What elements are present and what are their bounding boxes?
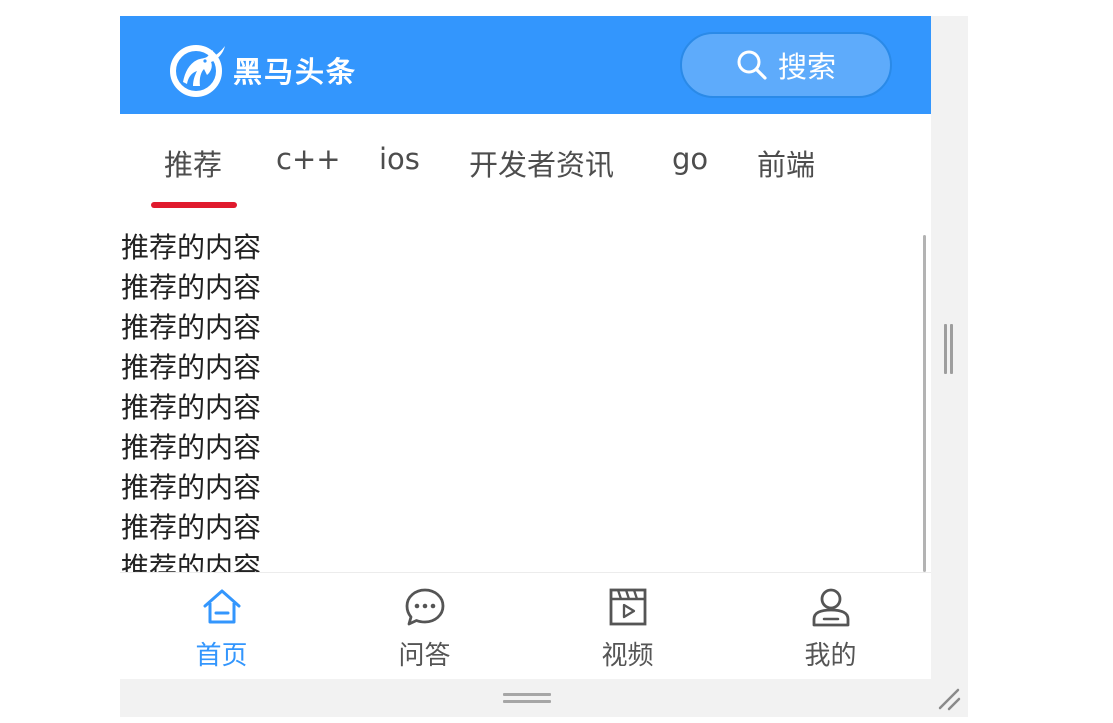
user-icon [812,588,850,627]
tab-developer-news[interactable]: 开发者资讯 [469,142,614,184]
list-item: 推荐的内容 [121,271,262,304]
tabbar-label: 视频 [601,641,654,671]
search-button[interactable]: 搜索 [680,32,892,98]
tab-cpp[interactable]: c++ [276,142,341,176]
resize-corner-grip-icon[interactable] [936,686,962,712]
tabbar-label: 我的 [804,641,857,671]
tabbar-label: 首页 [195,641,248,671]
tab-ios[interactable]: ios [379,142,420,176]
content-scrollbar[interactable] [923,235,926,572]
tab-go[interactable]: go [672,142,708,176]
channel-tabs: 推荐 c++ ios 开发者资讯 go 前端 [120,114,931,228]
search-label: 搜索 [777,50,836,84]
list-item: 推荐的内容 [121,351,262,384]
list-item: 推荐的内容 [121,311,262,344]
resize-handle-right[interactable] [943,324,955,374]
content-list[interactable]: 推荐的内容 推荐的内容 推荐的内容 推荐的内容 推荐的内容 推荐的内容 推荐的内… [120,228,931,572]
list-item: 推荐的内容 [121,431,262,464]
bottom-tab-bar: 首页 问答 视频 我的 [120,572,931,679]
app-title: 黑马头条 [233,55,358,89]
tab-frontend[interactable]: 前端 [757,142,815,184]
home-icon [203,589,241,624]
horse-logo-icon [170,45,225,97]
tabbar-item-mine[interactable]: 我的 [729,573,931,679]
logo: 黑马头条 [169,42,357,98]
list-item: 推荐的内容 [121,551,262,572]
list-item: 推荐的内容 [121,231,262,264]
resize-handle-bottom[interactable] [503,692,551,706]
tab-recommend[interactable]: 推荐 [164,142,222,184]
tabbar-item-video[interactable]: 视频 [526,573,729,679]
tabbar-item-home[interactable]: 首页 [120,573,323,679]
tabbar-label: 问答 [398,641,451,671]
nav-bar: 黑马头条 搜索 [120,16,931,114]
list-item: 推荐的内容 [121,471,262,504]
list-item: 推荐的内容 [121,391,262,424]
active-tab-indicator [151,202,237,208]
app-screen: 黑马头条 搜索 推荐 c++ ios 开发者资讯 go 前端 推荐的内容 推荐的… [120,16,931,679]
list-item: 推荐的内容 [121,511,262,544]
video-icon [609,588,647,626]
search-icon [737,50,767,80]
chat-bubble-icon [405,588,445,626]
tabbar-item-qa[interactable]: 问答 [323,573,526,679]
